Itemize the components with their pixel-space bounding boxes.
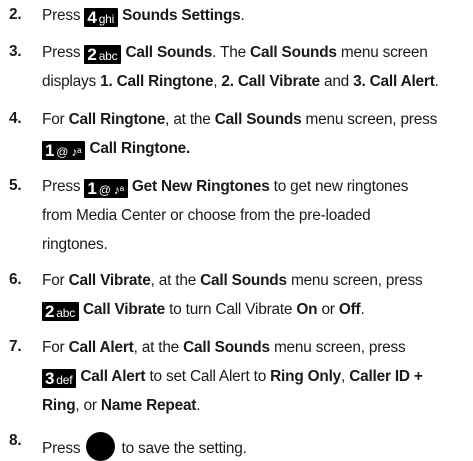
step-text: Press — [42, 178, 81, 195]
key-digit: 4 — [87, 8, 97, 27]
step-line: For Call Vibrate, at the Call Sounds men… — [42, 271, 423, 291]
key-digit: 1 — [87, 179, 97, 198]
step-text: menu screen, press — [305, 111, 438, 128]
menu-item-name: Call Ringtone. — [89, 140, 191, 157]
step-text: For — [42, 339, 65, 356]
step-line: 3 def Call Alert to set Call Alert to Ring… — [42, 367, 423, 388]
step-text: to turn Call Vibrate — [169, 301, 293, 318]
key-letters: @ ♪ᵃ — [98, 183, 124, 197]
step-text: menu screen, press — [290, 272, 423, 289]
step-text: For — [42, 111, 65, 128]
step-line: For Call Alert, at the Call Sounds menu … — [42, 338, 406, 358]
key-digit: 2 — [87, 45, 97, 64]
menu-name: Call Sounds — [250, 44, 337, 61]
step-line: For Call Ringtone, at the Call Sounds me… — [42, 110, 437, 130]
menu-item-name: Sounds Settings — [122, 7, 241, 24]
step-text: Press — [42, 440, 81, 457]
step-line: Press to save the setting. — [42, 432, 247, 461]
step-number: 3. — [9, 43, 22, 60]
step-text: and — [323, 73, 350, 90]
menu-name: Call Sounds — [183, 339, 270, 356]
ok-button-icon — [86, 432, 116, 461]
step-number: 2. — [9, 6, 22, 23]
option-name: 2. Call Vibrate — [221, 73, 320, 90]
key-letters: def — [56, 373, 73, 387]
key-letters: abc — [98, 49, 118, 63]
value-name-repeat: Name Repeat — [100, 397, 197, 414]
step-line: displays 1. Call Ringtone, 2. Call Vibra… — [42, 72, 439, 92]
menu-name: Call Sounds — [200, 272, 287, 289]
step-text: ringtones. — [42, 236, 108, 253]
value-ring-only: Ring Only — [270, 368, 342, 385]
value-off: Off — [338, 301, 361, 318]
step-line: Ring, or Name Repeat. — [42, 396, 201, 416]
step-text: to get new ringtones — [273, 178, 409, 195]
value-caller-id-ring: Caller ID + — [349, 368, 423, 385]
step-text: menu screen — [340, 44, 428, 61]
option-name: Call Vibrate — [68, 272, 151, 289]
step-text: . The — [212, 44, 246, 61]
option-name: Call Ringtone — [68, 111, 166, 128]
key-1-voicemail-icon: 1 @ ♪ᵃ — [42, 141, 86, 160]
step-number: 7. — [9, 338, 22, 355]
step-text: Press — [42, 44, 81, 61]
key-1-voicemail-icon: 1 @ ♪ᵃ — [84, 179, 128, 198]
step-text: to set Call Alert to — [149, 368, 267, 385]
step-text: . — [240, 7, 245, 24]
menu-name: Call Sounds — [214, 111, 302, 128]
option-name: 1. Call Ringtone — [100, 73, 214, 90]
option-name: 3. Call Alert — [353, 73, 435, 90]
key-digit: 2 — [45, 302, 55, 321]
step-line: 1 @ ♪ᵃ Call Ringtone. — [42, 139, 190, 160]
step-line: Press 2 abc Call Sounds. The Call Sounds m… — [42, 43, 428, 64]
key-2-abc-icon: 2 abc — [42, 302, 80, 321]
key-4-ghi-icon: 4 ghi — [84, 8, 119, 27]
step-number: 6. — [9, 271, 22, 288]
step-text: . — [196, 397, 201, 414]
option-name: Call Alert — [68, 339, 134, 356]
step-line: from Media Center or choose from the pre… — [42, 206, 371, 226]
key-letters: ghi — [98, 12, 115, 26]
step-text: . — [360, 301, 365, 318]
menu-item-name: Get New Ringtones — [131, 178, 270, 195]
step-text: displays — [42, 73, 97, 90]
key-letters: @ ♪ᵃ — [56, 145, 82, 159]
step-line: 2 abc Call Vibrate to turn Call Vibrate On… — [42, 300, 365, 321]
step-text: Press — [42, 7, 81, 24]
step-text: , — [341, 368, 346, 385]
step-number: 5. — [9, 177, 22, 194]
step-text: , at the — [165, 111, 211, 128]
step-text: For — [42, 272, 65, 289]
step-text: , — [213, 73, 218, 90]
step-line: ringtones. — [42, 235, 108, 255]
menu-item-name: Call Sounds — [125, 44, 213, 61]
step-text: , or — [75, 397, 97, 414]
value-caller-id-ring: Ring — [42, 397, 76, 414]
menu-item-name: Call Alert — [80, 368, 146, 385]
step-line: Press 4 ghi Sounds Settings. — [42, 6, 245, 27]
step-text: from Media Center or choose from the pre… — [42, 207, 371, 224]
step-text: to save the setting. — [121, 440, 247, 457]
key-2-abc-icon: 2 abc — [84, 45, 122, 64]
step-text: , at the — [150, 272, 197, 289]
step-line: Press 1 @ ♪ᵃ Get New Ringtones to get new … — [42, 177, 408, 198]
step-text: menu screen, press — [273, 339, 406, 356]
step-text: , at the — [133, 339, 180, 356]
menu-item-name: Call Vibrate — [83, 301, 166, 318]
step-number: 4. — [9, 110, 22, 127]
step-number: 8. — [9, 432, 22, 449]
key-digit: 3 — [45, 369, 55, 388]
key-digit: 1 — [45, 141, 55, 160]
key-3-def-icon: 3 def — [42, 369, 77, 388]
value-on: On — [296, 301, 318, 318]
step-text: . — [434, 73, 439, 90]
step-text: or — [321, 301, 335, 318]
key-letters: abc — [56, 306, 76, 320]
